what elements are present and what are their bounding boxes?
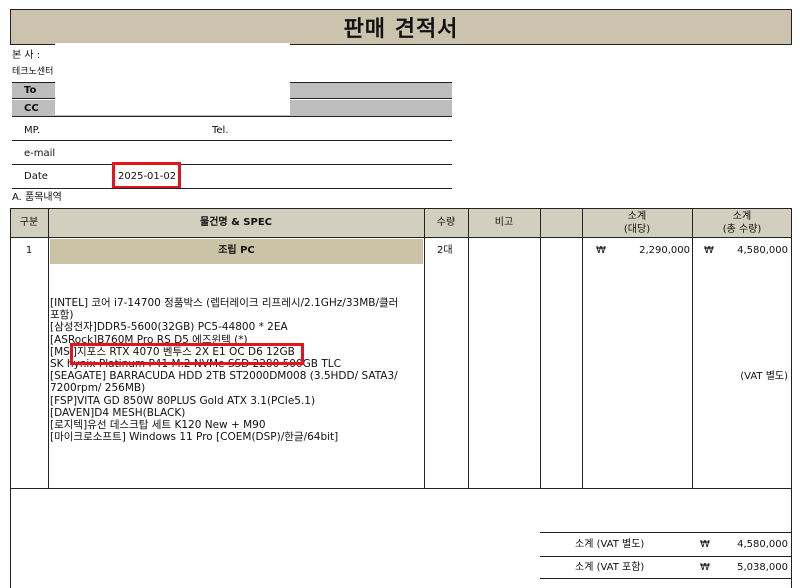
summary-vat-excl-label: 소계 (VAT 별도)	[575, 539, 645, 550]
spec-line: [로지텍]유선 데스크탑 세트 K120 New + M90	[50, 419, 266, 432]
spec-line: [마이크로소프트] Windows 11 Pro [COEM(DSP)/한글/6…	[50, 431, 339, 444]
summary-vat-incl-currency: ₩	[700, 562, 710, 573]
spec-line: [삼성전자]DDR5-5600(32GB) PC5-44800 * 2EA	[50, 321, 288, 334]
spec-list: [INTEL] 코어 i7-14700 정품박스 (렙터레이크 리프레시/2.1…	[50, 297, 430, 443]
col-subtotal-header-1: 소계	[627, 211, 647, 222]
currency-total: ₩	[704, 245, 714, 256]
email-label: e-mail	[24, 148, 56, 159]
gpu-highlight-box	[70, 343, 304, 365]
col-no-header: 구분	[19, 217, 39, 228]
spec-line: [INTEL] 코어 i7-14700 정품박스 (렙터레이크 리프레시/2.1…	[50, 297, 399, 309]
spec-line: [DAVEN]D4 MESH(BLACK)	[50, 406, 186, 419]
spec-line: [FSP]VITA GD 850W 80PLUS Gold ATX 3.1(PC…	[50, 394, 316, 407]
currency-unit: ₩	[596, 245, 606, 256]
total-price: 4,580,000	[737, 245, 788, 256]
col-note-header: 비고	[494, 217, 514, 228]
cc-label: CC	[24, 103, 39, 114]
redacted-area	[55, 43, 290, 115]
summary-vat-excl-amount: 4,580,000	[737, 539, 788, 550]
col-qty-header: 수량	[436, 217, 456, 228]
to-label: To	[24, 85, 37, 96]
vat-note: (VAT 별도)	[740, 371, 788, 382]
col-subtotal-header-2: (대당)	[623, 224, 651, 235]
mp-label: MP.	[24, 125, 41, 136]
date-label: Date	[24, 171, 48, 182]
col-total-header-2: (총 수량)	[722, 224, 762, 235]
summary-vat-incl-label: 소계 (VAT 포함)	[575, 562, 645, 573]
spec-line: 포함)	[50, 309, 74, 322]
company-label: 본 사 :	[12, 50, 41, 61]
tel-label: Tel.	[212, 125, 229, 136]
summary-vat-incl-amount: 5,038,000	[737, 562, 788, 573]
spec-line: 7200rpm/ 256MB)	[50, 382, 146, 395]
date-highlight-box	[112, 162, 181, 189]
company-name: 테크노센터	[12, 67, 54, 77]
item-title: 조립 PC	[218, 245, 255, 256]
col-item-header: 물건명 & SPEC	[200, 217, 272, 228]
section-label: A. 품목내역	[12, 192, 62, 203]
row-qty: 2대	[437, 245, 453, 256]
spec-line: [SEAGATE] BARRACUDA HDD 2TB ST2000DM008 …	[50, 370, 398, 383]
col-total-header-1: 소계	[732, 211, 752, 222]
document-title: 판매 견적서	[10, 9, 792, 45]
unit-price: 2,290,000	[639, 245, 690, 256]
row-no: 1	[25, 245, 33, 256]
summary-vat-excl-currency: ₩	[700, 539, 710, 550]
